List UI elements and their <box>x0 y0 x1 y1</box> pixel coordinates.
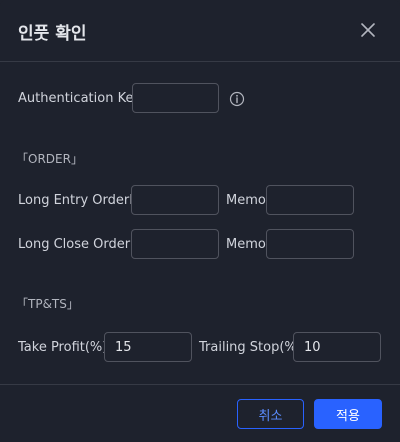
footer-divider <box>0 384 400 385</box>
trailing-stop-input[interactable] <box>293 332 381 362</box>
memo-close-label: Memo <box>226 237 266 252</box>
auth-key-label: Authentication Key <box>18 91 142 106</box>
long-close-orderid-input[interactable] <box>131 229 219 259</box>
order-section-label: 「ORDER」 <box>16 152 83 166</box>
apply-button[interactable]: 적용 <box>314 399 382 429</box>
memo-close-input[interactable] <box>266 229 354 259</box>
trailing-stop-label: Trailing Stop(%) <box>199 340 302 355</box>
close-icon[interactable] <box>355 17 381 43</box>
take-profit-input[interactable] <box>104 332 192 362</box>
memo-entry-input[interactable] <box>266 185 354 215</box>
long-close-label: Long Close OrderID <box>18 237 144 252</box>
long-entry-orderid-input[interactable] <box>131 185 219 215</box>
dialog-header: 인풋 확인 <box>0 0 400 62</box>
take-profit-label: Take Profit(%) <box>18 340 108 355</box>
tpts-section-label: 「TP&TS」 <box>16 297 79 311</box>
auth-key-input[interactable] <box>132 83 219 113</box>
long-entry-label: Long Entry OrderID <box>18 193 144 208</box>
input-confirm-dialog: 인풋 확인 Authentication Key 「ORDER」 Long En… <box>0 0 400 442</box>
info-icon[interactable] <box>229 91 245 107</box>
dialog-title: 인풋 확인 <box>18 24 87 44</box>
memo-entry-label: Memo <box>226 193 266 208</box>
cancel-button[interactable]: 취소 <box>237 399 304 429</box>
